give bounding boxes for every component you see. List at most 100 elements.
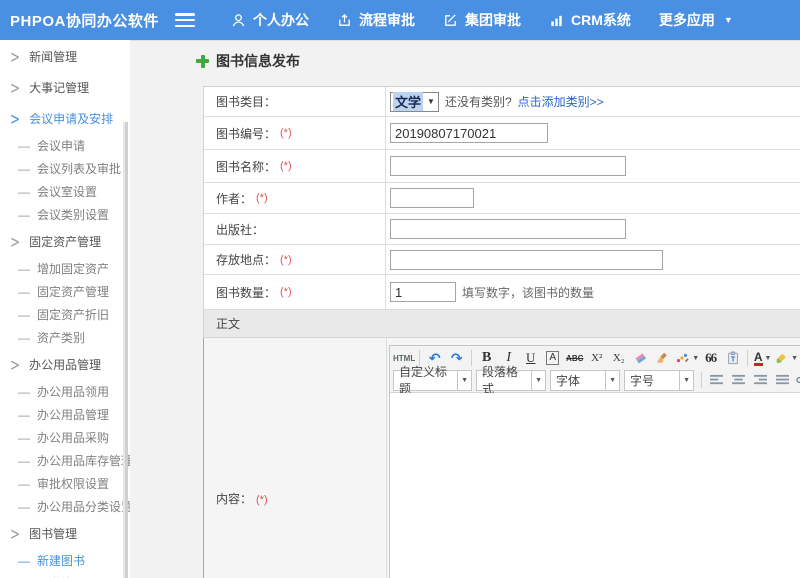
sidebar-item-supplies-category[interactable]: —办公用品分类设置 <box>0 495 130 518</box>
sidebar-item-supplies-manage[interactable]: —办公用品管理 <box>0 403 130 426</box>
book-name-input[interactable] <box>390 156 626 176</box>
field-label: 内容： <box>216 492 252 506</box>
align-right-icon[interactable] <box>750 370 771 390</box>
svg-text:T: T <box>731 357 736 364</box>
superscript-button[interactable]: X² <box>586 348 607 368</box>
sidebar-item-meeting-apply[interactable]: —会议申请 <box>0 134 130 157</box>
sidebar: >新闻管理 >大事记管理 >会议申请及安排 —会议申请 —会议列表及审批 —会议… <box>0 40 130 578</box>
main-content: 图书信息发布 图书类目： 文学 ▼ 还没有类别? 点击添加类别>> 图书编号：(… <box>130 40 800 578</box>
category-select[interactable]: 文学 ▼ <box>390 92 439 112</box>
section-header-body: 正文 <box>204 310 800 338</box>
publisher-input[interactable] <box>390 219 626 239</box>
sidebar-item-meeting-mgmt[interactable]: >会议申请及安排 <box>0 103 130 134</box>
caret-down-icon: ▼ <box>457 371 471 390</box>
form-row-book-code: 图书编号：(*) <box>204 117 800 150</box>
sidebar-item-asset-category[interactable]: —资产类别 <box>0 326 130 349</box>
nav-group-approval[interactable]: 集团审批 <box>443 10 521 30</box>
dash-icon: — <box>18 554 30 568</box>
no-category-text: 还没有类别? <box>445 93 512 110</box>
location-input[interactable] <box>390 250 663 270</box>
dash-icon: — <box>18 500 30 514</box>
sidebar-item-meeting-category[interactable]: —会议类别设置 <box>0 203 130 226</box>
chevron-right-icon: > <box>10 232 20 252</box>
chevron-right-icon: > <box>10 524 20 544</box>
sidebar-item-asset-add[interactable]: —增加固定资产 <box>0 257 130 280</box>
sidebar-item-approval-permission[interactable]: —审批权限设置 <box>0 472 130 495</box>
dash-icon: — <box>18 162 30 176</box>
dash-icon: — <box>18 477 30 491</box>
sidebar-item-milestone-mgmt[interactable]: >大事记管理 <box>0 72 130 103</box>
crm-chart-icon <box>549 13 564 28</box>
sidebar-item-supplies-mgmt[interactable]: >办公用品管理 <box>0 349 130 380</box>
caret-down-icon: ▼ <box>679 371 693 390</box>
dash-icon: — <box>18 262 30 276</box>
sidebar-item-meeting-room[interactable]: —会议室设置 <box>0 180 130 203</box>
subscript-button[interactable]: X₂ <box>608 348 629 368</box>
eraser-icon[interactable] <box>630 348 651 368</box>
book-form: 图书类目： 文学 ▼ 还没有类别? 点击添加类别>> 图书编号：(*) 图书名称… <box>203 86 800 578</box>
required-marker: (*) <box>256 192 268 204</box>
paste-icon[interactable]: T <box>722 348 743 368</box>
nav-item-label: 集团审批 <box>465 10 521 30</box>
clear-format-broom-icon[interactable] <box>652 348 673 368</box>
dash-icon: — <box>18 408 30 422</box>
editor-content-area[interactable] <box>390 393 800 578</box>
font-background-button[interactable]: A <box>542 348 563 368</box>
sidebar-scrollbar[interactable] <box>123 122 128 578</box>
nav-item-label: 个人办公 <box>253 10 309 30</box>
sidebar-item-meeting-list[interactable]: —会议列表及审批 <box>0 157 130 180</box>
sidebar-item-supplies-requisition[interactable]: —办公用品领用 <box>0 380 130 403</box>
quantity-hint: 填写数字，该图书的数量 <box>462 284 594 301</box>
sidebar-item-asset-manage[interactable]: —固定资产管理 <box>0 280 130 303</box>
paragraph-format-select[interactable]: 段落格式▼ <box>476 370 546 391</box>
sidebar-item-book-manage[interactable]: —图书管理 <box>0 572 130 578</box>
link-icon[interactable] <box>794 370 800 390</box>
color-brush-icon[interactable]: ▼ <box>674 348 699 368</box>
nav-personal-office[interactable]: 个人办公 <box>231 10 309 30</box>
field-label: 图书名称： <box>216 158 276 175</box>
caret-down-icon: ▼ <box>605 371 619 390</box>
sidebar-item-book-mgmt[interactable]: >图书管理 <box>0 518 130 549</box>
field-label: 存放地点： <box>216 251 276 268</box>
form-row-author: 作者：(*) <box>204 183 800 214</box>
form-row-location: 存放地点：(*) <box>204 245 800 275</box>
align-center-icon[interactable] <box>728 370 749 390</box>
align-justify-icon[interactable] <box>772 370 793 390</box>
dash-icon: — <box>18 285 30 299</box>
editor-toolbar: HTML ↶ ↷ B I U A ABC X² X₂ <box>390 346 800 393</box>
book-code-input[interactable] <box>390 123 548 143</box>
font-size-select[interactable]: 字号▼ <box>624 370 694 391</box>
nav-crm-system[interactable]: CRM系统 <box>549 10 631 30</box>
font-family-select[interactable]: 字体▼ <box>550 370 620 391</box>
sidebar-item-supplies-inventory[interactable]: —办公用品库存管理 <box>0 449 130 472</box>
form-row-publisher: 出版社： <box>204 214 800 245</box>
dash-icon: — <box>18 331 30 345</box>
caret-down-icon: ▼ <box>791 355 798 362</box>
sidebar-item-asset-mgmt[interactable]: >固定资产管理 <box>0 226 130 257</box>
group-approval-icon <box>443 13 458 28</box>
add-category-link[interactable]: 点击添加类别>> <box>518 93 604 110</box>
author-input[interactable] <box>390 188 474 208</box>
align-left-icon[interactable] <box>706 370 727 390</box>
menu-toggle-icon[interactable] <box>175 13 195 27</box>
sidebar-item-asset-depreciation[interactable]: —固定资产折旧 <box>0 303 130 326</box>
category-selected-value: 文学 <box>393 92 423 111</box>
required-marker: (*) <box>280 286 292 298</box>
sidebar-item-book-new[interactable]: —新建图书 <box>0 549 130 572</box>
quantity-input[interactable] <box>390 282 456 302</box>
rich-text-editor: HTML ↶ ↷ B I U A ABC X² X₂ <box>389 345 800 578</box>
form-row-content: 内容：(*) HTML ↶ ↷ B I U <box>203 338 800 578</box>
field-label: 出版社： <box>216 221 264 238</box>
add-icon <box>196 55 209 68</box>
custom-title-select[interactable]: 自定义标题▼ <box>393 370 472 391</box>
sidebar-item-supplies-purchase[interactable]: —办公用品采购 <box>0 426 130 449</box>
font-color-button[interactable]: A▼ <box>752 348 773 368</box>
highlight-pen-icon[interactable]: ▼ <box>774 348 798 368</box>
chevron-right-icon: > <box>10 78 20 98</box>
required-marker: (*) <box>280 127 292 139</box>
nav-more-apps[interactable]: 更多应用 ▼ <box>659 10 733 30</box>
strikethrough-button[interactable]: ABC <box>564 348 585 368</box>
blockquote-button[interactable]: 66 <box>700 348 721 368</box>
sidebar-item-news-mgmt[interactable]: >新闻管理 <box>0 41 130 72</box>
nav-workflow-approval[interactable]: 流程审批 <box>337 10 415 30</box>
